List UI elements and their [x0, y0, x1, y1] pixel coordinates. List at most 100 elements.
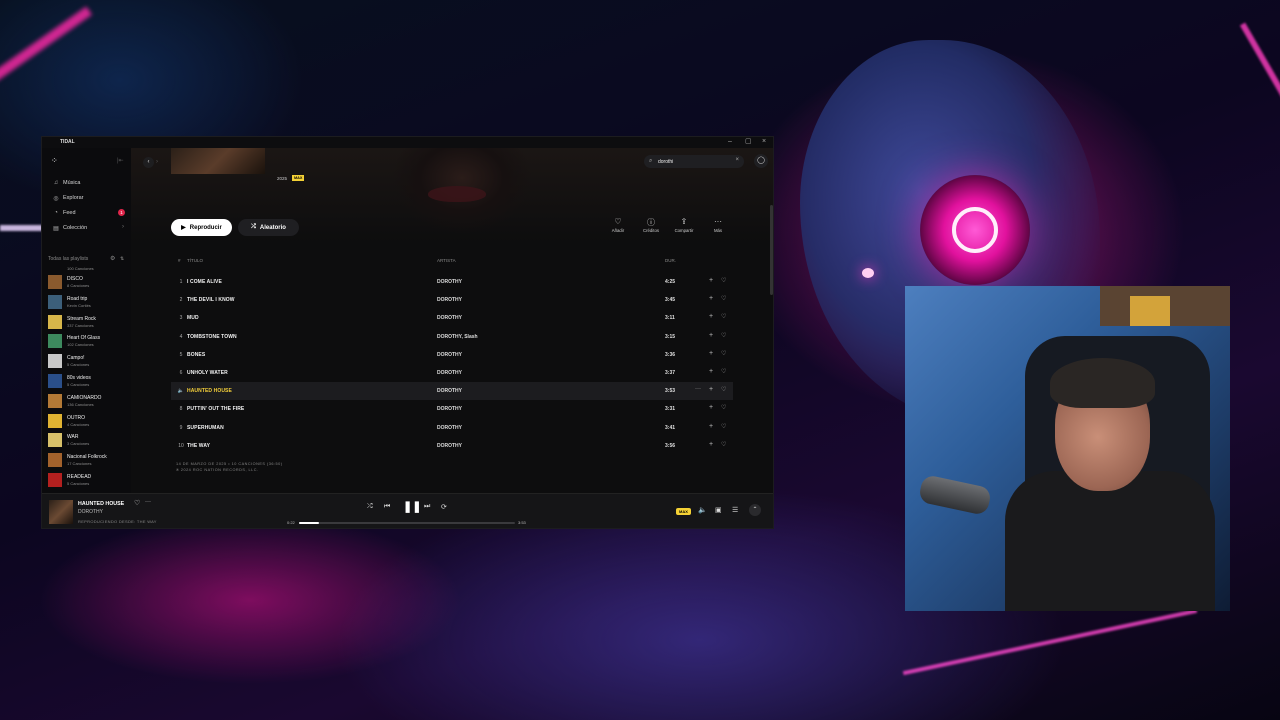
- credits-button[interactable]: ⓘ Créditos: [638, 217, 664, 233]
- search-input[interactable]: [658, 157, 728, 166]
- minimize-button[interactable]: –: [728, 138, 732, 146]
- add-icon[interactable]: +: [709, 277, 713, 284]
- more-button[interactable]: ··· Más: [705, 217, 731, 233]
- track-row[interactable]: 10 THE WAY DOROTHY 3:56 + ♡: [171, 437, 733, 455]
- track-artist[interactable]: DOROTHY: [437, 425, 462, 431]
- heart-icon[interactable]: ♡: [721, 368, 726, 375]
- repeat-icon[interactable]: ⟳: [441, 503, 447, 511]
- heart-icon[interactable]: ♡: [721, 332, 726, 339]
- heart-icon[interactable]: ♡: [721, 386, 726, 393]
- heart-icon[interactable]: ♡: [721, 295, 726, 302]
- column-header-title[interactable]: TÍTULO: [187, 258, 203, 263]
- maximize-button[interactable]: ▢: [745, 138, 752, 146]
- playlist-item[interactable]: Campo! 5 Canciones: [48, 351, 130, 371]
- track-artist[interactable]: DOROTHY: [437, 315, 462, 321]
- heart-icon[interactable]: ♡: [721, 404, 726, 411]
- gear-icon[interactable]: ⚙: [110, 255, 115, 262]
- shuffle-button[interactable]: ⤮ Aleatorio: [238, 219, 299, 236]
- column-header-artist[interactable]: ARTISTA: [437, 258, 456, 263]
- track-row[interactable]: 6 UNHOLY WATER DOROTHY 3:37 + ♡: [171, 364, 733, 382]
- track-row[interactable]: 8 PUTTIN' OUT THE FIRE DOROTHY 3:31 + ♡: [171, 400, 733, 418]
- nav-item-feed[interactable]: ◔ Feed 1: [52, 207, 127, 219]
- track-row[interactable]: 5 BONES DOROTHY 3:36 + ♡: [171, 346, 733, 364]
- output-device-icon[interactable]: ▣: [715, 506, 722, 514]
- track-row[interactable]: 4 TOMBSTONE TOWN DOROTHY, Slash 3:15 + ♡: [171, 328, 733, 346]
- collapse-sidebar-icon[interactable]: |⇤: [117, 157, 124, 164]
- playlist-item[interactable]: READEAD 5 Canciones: [48, 470, 130, 490]
- track-row[interactable]: 9 SUPERHUMAN DOROTHY 3:41 + ♡: [171, 419, 733, 437]
- track-title[interactable]: PUTTIN' OUT THE FIRE: [187, 406, 244, 412]
- playlist-item[interactable]: Heart Of Glass 102 Canciones: [48, 331, 130, 351]
- now-playing-artwork[interactable]: [49, 500, 73, 524]
- playlist-item[interactable]: Road trip Kevin Cortiés: [48, 292, 130, 312]
- heart-icon[interactable]: ♡: [134, 499, 140, 507]
- track-title[interactable]: THE WAY: [187, 443, 210, 449]
- playlist-item[interactable]: CAMIONARDO 136 Canciones: [48, 391, 130, 411]
- track-artist[interactable]: DOROTHY: [437, 297, 462, 303]
- now-playing-title[interactable]: HAUNTED HOUSE: [78, 501, 124, 507]
- add-to-collection-button[interactable]: ♡ Añadir: [605, 217, 631, 233]
- tidal-logo-icon[interactable]: ⁘: [51, 156, 58, 165]
- queue-icon[interactable]: ☰: [732, 506, 738, 514]
- heart-icon[interactable]: ♡: [721, 350, 726, 357]
- nav-item-collection[interactable]: ▤ Colección ›: [52, 222, 127, 234]
- track-title[interactable]: BONES: [187, 352, 205, 358]
- column-header-duration[interactable]: DUR.: [665, 258, 676, 263]
- track-artist[interactable]: DOROTHY: [437, 370, 462, 376]
- track-title[interactable]: THE DEVIL I KNOW: [187, 297, 235, 303]
- track-title[interactable]: UNHOLY WATER: [187, 370, 228, 376]
- pause-icon[interactable]: ❚❚: [403, 500, 421, 513]
- add-icon[interactable]: +: [709, 386, 713, 393]
- quality-badge[interactable]: MAX: [676, 508, 691, 515]
- volume-icon[interactable]: 🔈: [698, 506, 707, 514]
- add-icon[interactable]: +: [709, 423, 713, 430]
- playlist-item[interactable]: WAR 3 Canciones: [48, 430, 130, 450]
- playlist-item[interactable]: Nacional Folkrock 17 Canciones: [48, 450, 130, 470]
- track-artist[interactable]: DOROTHY: [437, 352, 462, 358]
- track-row[interactable]: 3 MUD DOROTHY 3:11 + ♡: [171, 309, 733, 327]
- next-icon[interactable]: ⏭: [424, 503, 430, 511]
- track-title[interactable]: I COME ALIVE: [187, 279, 222, 285]
- more-icon[interactable]: ···: [695, 386, 701, 392]
- playlist-item[interactable]: 80s videos 5 Canciones: [48, 371, 130, 391]
- add-icon[interactable]: +: [709, 368, 713, 375]
- nav-item-explore[interactable]: ◎ Explorar: [52, 192, 127, 204]
- now-playing-artist[interactable]: DOROTHY: [78, 509, 103, 515]
- more-icon[interactable]: ···: [145, 499, 151, 505]
- heart-icon[interactable]: ♡: [721, 313, 726, 320]
- heart-icon[interactable]: ♡: [721, 441, 726, 448]
- close-button[interactable]: ×: [762, 138, 766, 146]
- track-artist[interactable]: DOROTHY: [437, 443, 462, 449]
- user-profile-icon[interactable]: ◯: [754, 154, 768, 168]
- track-title[interactable]: HAUNTED HOUSE: [187, 388, 232, 394]
- back-button[interactable]: ‹: [143, 157, 154, 168]
- track-title[interactable]: SUPERHUMAN: [187, 425, 224, 431]
- track-title[interactable]: TOMBSTONE TOWN: [187, 334, 237, 340]
- add-icon[interactable]: +: [709, 313, 713, 320]
- track-row[interactable]: 🔈 HAUNTED HOUSE DOROTHY 3:53 ··· + ♡: [171, 382, 733, 401]
- heart-icon[interactable]: ♡: [721, 277, 726, 284]
- share-button[interactable]: ⇪ Compartir: [671, 217, 697, 233]
- sort-icon[interactable]: ⇅: [120, 256, 124, 262]
- track-artist[interactable]: DOROTHY, Slash: [437, 334, 478, 340]
- add-icon[interactable]: +: [709, 295, 713, 302]
- playing-from[interactable]: REPRODUCIENDO DESDE: THE WAY: [78, 519, 157, 524]
- add-icon[interactable]: +: [709, 404, 713, 411]
- track-row[interactable]: 2 THE DEVIL I KNOW DOROTHY 3:45 + ♡: [171, 291, 733, 309]
- add-icon[interactable]: +: [709, 441, 713, 448]
- track-artist[interactable]: DOROTHY: [437, 279, 462, 285]
- clear-search-icon[interactable]: ×: [735, 157, 739, 163]
- add-icon[interactable]: +: [709, 332, 713, 339]
- shuffle-icon[interactable]: ⤮: [367, 503, 373, 511]
- nav-item-music[interactable]: ♫ Música: [52, 177, 127, 189]
- playlist-item[interactable]: OUTRO 4 Canciones: [48, 411, 130, 431]
- add-icon[interactable]: +: [709, 350, 713, 357]
- scrollbar[interactable]: [770, 205, 773, 295]
- playlist-item[interactable]: DISCO 8 Canciones: [48, 272, 130, 292]
- play-button[interactable]: ▶ Reproducir: [171, 219, 232, 236]
- forward-button[interactable]: ›: [156, 157, 158, 168]
- track-artist[interactable]: DOROTHY: [437, 388, 462, 394]
- chevron-right-icon[interactable]: ›: [122, 224, 124, 230]
- heart-icon[interactable]: ♡: [721, 423, 726, 430]
- previous-icon[interactable]: ⏮: [384, 503, 390, 511]
